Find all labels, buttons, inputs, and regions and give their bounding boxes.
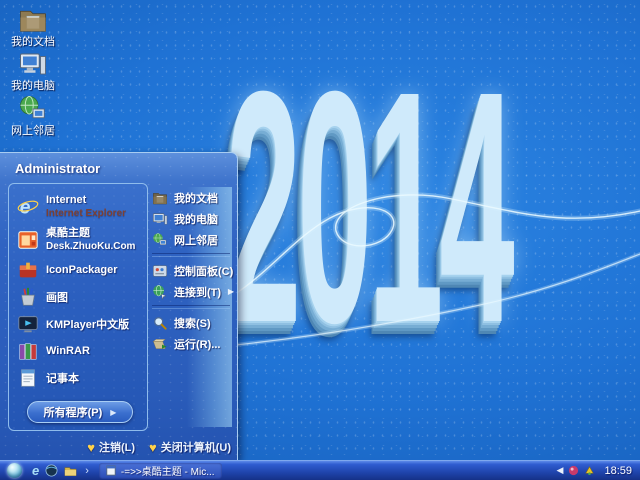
desktop-icon-my-computer[interactable]: 我的电脑 <box>4 49 62 92</box>
task-window-icon <box>106 465 116 476</box>
start-menu-header: Administrator <box>0 153 237 183</box>
menu-item-internet[interactable]: e Internet Internet Explorer <box>9 190 147 223</box>
control-panel-icon <box>153 264 167 277</box>
start-button[interactable] <box>7 463 22 478</box>
zhuoku-theme-icon <box>18 230 38 249</box>
internet-explorer-icon: e <box>17 197 39 218</box>
menu-item-paint[interactable]: 画图 <box>9 283 147 310</box>
menu-item-subtitle: Desk.ZhuoKu.Com <box>46 241 136 252</box>
menu-item-notepad[interactable]: 记事本 <box>9 364 147 391</box>
menu-item-search[interactable]: 搜索(S) <box>150 312 232 333</box>
taskbar-clock[interactable]: 18:59 <box>604 465 632 477</box>
menu-item-control-panel[interactable]: 控制面板(C) <box>150 260 234 281</box>
system-tray: ◀ 18:59 <box>557 465 640 477</box>
paint-icon <box>21 287 35 306</box>
iconpackager-icon <box>19 262 37 277</box>
menu-item-title: 画图 <box>46 291 68 304</box>
tray-collapse-chevron-icon[interactable]: ◀ <box>557 465 564 476</box>
menu-item-kmplayer[interactable]: KMPlayer中文版 <box>9 310 147 337</box>
shutdown-icon: ♥ <box>149 439 157 455</box>
arrow-right-icon: ▶ <box>110 407 117 417</box>
menu-separator <box>152 253 230 257</box>
start-menu: Administrator e Internet Internet Explor… <box>0 152 238 460</box>
user-name: Administrator <box>15 161 101 176</box>
search-icon <box>154 316 167 330</box>
shutdown-button[interactable]: ♥ 关闭计算机(U) <box>149 439 231 455</box>
svg-text:e: e <box>20 197 31 218</box>
desktop-icon-label: 网上邻居 <box>11 125 55 137</box>
submenu-arrow-icon: ▶ <box>227 287 234 296</box>
desktop-icon-my-documents[interactable]: 我的文档 <box>4 5 62 48</box>
menu-separator <box>152 305 230 309</box>
desktop: 2014 我的文档 我的电脑 网上邻居 Administrator e Inte… <box>0 0 640 480</box>
wallpaper-2014-text: 2014 <box>226 22 515 391</box>
menu-item-connect-to[interactable]: 连接到(T) ▶ <box>150 281 234 302</box>
menu-item-label: 运行(R)... <box>174 338 221 351</box>
start-menu-places-panel: 我的文档 我的电脑 网上邻居 控制面板(C) 连接到(T) ▶ 搜索(S) 运行… <box>150 187 234 427</box>
start-menu-pinned-panel: e Internet Internet Explorer 桌酷主题 Desk.Z… <box>8 183 148 431</box>
menu-item-network-places[interactable]: 网上邻居 <box>150 229 232 250</box>
network-places-icon <box>20 96 45 119</box>
ie-quicklaunch-icon[interactable]: e <box>32 464 39 477</box>
menu-item-title: WinRAR <box>46 344 90 357</box>
start-menu-footer: ♥ 注销(L) ♥ 关闭计算机(U) <box>87 439 231 455</box>
quick-launch: e <box>32 464 77 477</box>
desktop-icon-label: 我的电脑 <box>11 80 55 92</box>
log-off-button[interactable]: ♥ 注销(L) <box>87 439 135 455</box>
menu-item-label: 我的电脑 <box>174 213 218 226</box>
menu-item-label: 控制面板(C) <box>174 265 234 278</box>
run-icon <box>152 338 167 349</box>
desktop-icon-label: 我的文档 <box>11 36 55 48</box>
all-programs-label: 所有程序(P) <box>43 407 103 419</box>
quicklaunch-overflow-chevron-icon[interactable]: › <box>85 465 89 477</box>
my-computer-icon <box>153 212 168 225</box>
menu-item-label: 网上邻居 <box>174 234 218 247</box>
my-documents-icon <box>153 192 167 204</box>
log-off-label: 注销(L) <box>98 442 135 454</box>
tray-ime-icon[interactable] <box>584 465 595 476</box>
menu-item-winrar[interactable]: WinRAR <box>9 337 147 364</box>
menu-item-run[interactable]: 运行(R)... <box>150 333 232 354</box>
my-documents-icon <box>20 10 46 32</box>
menu-item-title: Internet <box>46 194 87 206</box>
menu-item-title: KMPlayer中文版 <box>46 318 130 331</box>
task-button-label: -=>>桌酷主题 - Mic... <box>120 467 215 478</box>
network-places-icon <box>153 232 167 245</box>
menu-item-title: IconPackager <box>46 263 118 276</box>
menu-item-zhuoku-theme[interactable]: 桌酷主题 Desk.ZhuoKu.Com <box>9 223 147 256</box>
menu-item-my-documents[interactable]: 我的文档 <box>150 187 232 208</box>
desktop-show-icon[interactable] <box>64 464 77 477</box>
log-off-icon: ♥ <box>87 439 95 455</box>
menu-item-title: 桌酷主题 <box>46 227 90 239</box>
menu-item-label: 搜索(S) <box>174 317 211 330</box>
tray-app-icon[interactable] <box>568 465 579 476</box>
connect-to-icon <box>153 284 167 299</box>
menu-item-subtitle: Internet Explorer <box>46 208 127 219</box>
desktop-icon-network-places[interactable]: 网上邻居 <box>4 94 62 137</box>
kmplayer-icon <box>18 315 38 332</box>
menu-item-my-computer[interactable]: 我的电脑 <box>150 208 232 229</box>
menu-item-title: 记事本 <box>46 372 79 385</box>
shutdown-label: 关闭计算机(U) <box>160 442 231 454</box>
taskbar: e › -=>>桌酷主题 - Mic... ◀ 18:59 <box>0 460 640 480</box>
winrar-icon <box>19 342 37 359</box>
menu-item-label: 连接到(T) <box>174 286 222 299</box>
taskbar-task-button[interactable]: -=>>桌酷主题 - Mic... <box>98 462 222 479</box>
notepad-icon <box>21 368 35 387</box>
browser-globe-icon[interactable] <box>45 464 58 477</box>
all-programs-button[interactable]: 所有程序(P) ▶ <box>27 401 133 423</box>
my-computer-icon <box>20 53 46 75</box>
menu-item-iconpackager[interactable]: IconPackager <box>9 256 147 283</box>
menu-item-label: 我的文档 <box>174 192 218 205</box>
